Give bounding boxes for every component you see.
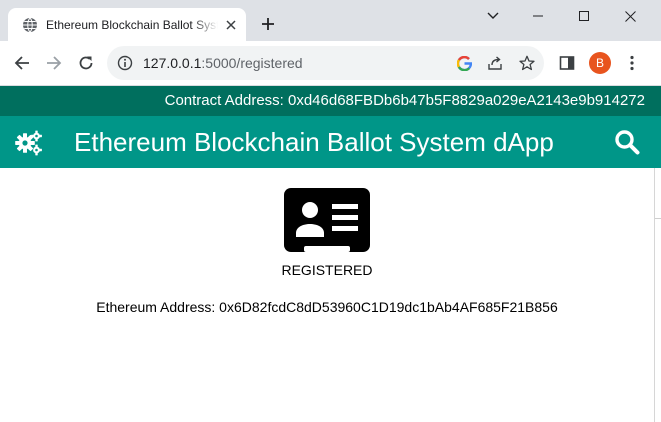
browser-tab-strip: Ethereum Blockchain Ballot System dApp <box>0 0 661 41</box>
arrow-right-icon <box>47 56 62 70</box>
search-icon[interactable] <box>614 129 640 155</box>
arrow-left-icon <box>14 56 29 70</box>
google-icon <box>456 55 472 71</box>
browser-menu-button[interactable] <box>620 51 644 75</box>
side-panel-button[interactable] <box>555 51 579 75</box>
close-icon <box>226 20 236 30</box>
id-card-icon <box>284 188 370 252</box>
share-button[interactable] <box>486 54 504 72</box>
reload-button[interactable] <box>74 51 98 75</box>
app-navbar: Ethereum Blockchain Ballot System dApp <box>0 116 661 168</box>
ethereum-address: Ethereum Address: 0x6D82fcdC8dD53960C1D1… <box>96 299 558 315</box>
globe-icon <box>23 17 37 33</box>
url-path: :5000/registered <box>201 55 303 71</box>
maximize-button[interactable] <box>561 0 607 32</box>
address-bar[interactable]: 127.0.0.1:5000/registered <box>107 46 544 80</box>
window-close-button[interactable] <box>607 0 653 32</box>
side-panel-icon <box>559 56 575 70</box>
gears-icon[interactable] <box>15 129 43 157</box>
app-title: Ethereum Blockchain Ballot System dApp <box>74 127 554 157</box>
kebab-menu-icon <box>630 55 634 71</box>
star-icon <box>519 55 535 71</box>
close-icon <box>624 10 636 22</box>
scrollbar-mark <box>655 218 661 219</box>
new-tab-button[interactable] <box>256 12 280 36</box>
tab-close-button[interactable] <box>223 17 239 33</box>
maximize-icon <box>579 11 589 21</box>
plus-icon <box>262 18 274 30</box>
minimize-button[interactable] <box>515 0 561 32</box>
url-host: 127.0.0.1 <box>143 55 202 71</box>
contract-address-bar: Contract Address: 0xd46d68FBDb6b47b5F882… <box>0 86 661 116</box>
minimize-icon <box>533 15 543 17</box>
tab-title: Ethereum Blockchain Ballot System dApp <box>46 18 218 32</box>
browser-tab[interactable]: Ethereum Blockchain Ballot System dApp <box>8 8 246 41</box>
contract-address: Contract Address: 0xd46d68FBDb6b47b5F882… <box>164 92 645 109</box>
tab-search-button[interactable] <box>470 0 516 32</box>
reload-icon <box>79 56 93 70</box>
browser-toolbar: 127.0.0.1:5000/registered B <box>0 41 661 86</box>
google-lens-button[interactable] <box>455 54 473 72</box>
bookmark-button[interactable] <box>518 54 536 72</box>
chevron-down-icon <box>487 12 499 19</box>
url-text[interactable]: 127.0.0.1:5000/registered <box>143 55 303 71</box>
forward-button[interactable] <box>42 51 66 75</box>
profile-avatar[interactable]: B <box>589 52 611 74</box>
back-button[interactable] <box>10 51 34 75</box>
share-icon <box>488 56 502 70</box>
scrollbar-track[interactable] <box>654 168 655 422</box>
registration-status: REGISTERED <box>281 262 373 278</box>
info-icon[interactable] <box>117 55 133 71</box>
